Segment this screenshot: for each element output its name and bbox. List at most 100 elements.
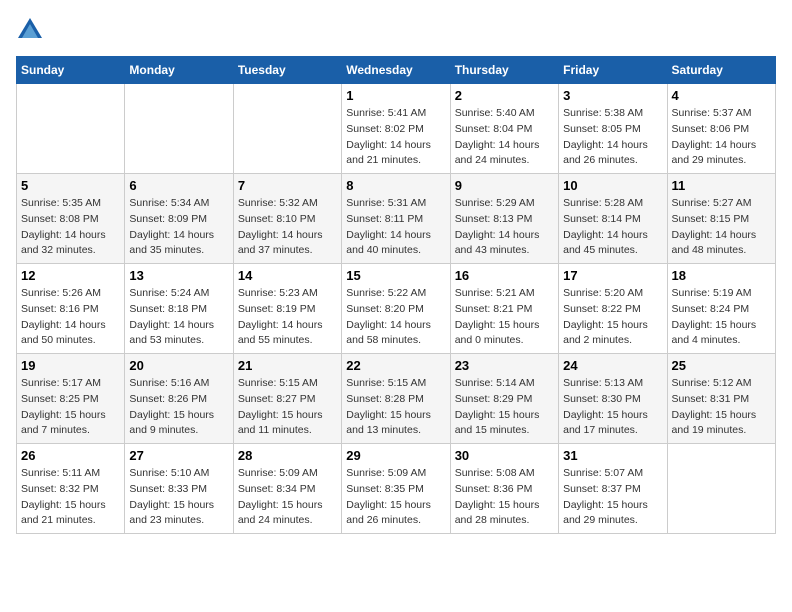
day-info: Sunrise: 5:32 AMSunset: 8:10 PMDaylight:… (238, 196, 337, 259)
day-info: Sunrise: 5:40 AMSunset: 8:04 PMDaylight:… (455, 106, 554, 169)
calendar-week-row: 12 Sunrise: 5:26 AMSunset: 8:16 PMDayligh… (17, 264, 776, 354)
day-number: 6 (129, 178, 228, 193)
calendar-cell: 12 Sunrise: 5:26 AMSunset: 8:16 PMDayligh… (17, 264, 125, 354)
day-number: 10 (563, 178, 662, 193)
day-number: 15 (346, 268, 445, 283)
day-info: Sunrise: 5:15 AMSunset: 8:27 PMDaylight:… (238, 376, 337, 439)
day-number: 4 (672, 88, 771, 103)
day-number: 27 (129, 448, 228, 463)
day-info: Sunrise: 5:26 AMSunset: 8:16 PMDaylight:… (21, 286, 120, 349)
calendar-cell: 26 Sunrise: 5:11 AMSunset: 8:32 PMDayligh… (17, 444, 125, 534)
day-info: Sunrise: 5:38 AMSunset: 8:05 PMDaylight:… (563, 106, 662, 169)
day-info: Sunrise: 5:19 AMSunset: 8:24 PMDaylight:… (672, 286, 771, 349)
calendar-cell: 5 Sunrise: 5:35 AMSunset: 8:08 PMDaylight… (17, 174, 125, 264)
day-number: 21 (238, 358, 337, 373)
logo (16, 16, 48, 44)
calendar-cell: 17Sunrise: 5:20 AMSunset: 8:22 PMDayligh… (559, 264, 667, 354)
day-number: 20 (129, 358, 228, 373)
calendar-header-row: SundayMondayTuesdayWednesdayThursdayFrid… (17, 57, 776, 84)
day-info: Sunrise: 5:12 AMSunset: 8:31 PMDaylight:… (672, 376, 771, 439)
day-header-thursday: Thursday (450, 57, 558, 84)
day-header-friday: Friday (559, 57, 667, 84)
day-info: Sunrise: 5:10 AMSunset: 8:33 PMDaylight:… (129, 466, 228, 529)
day-number: 16 (455, 268, 554, 283)
calendar-cell: 21 Sunrise: 5:15 AMSunset: 8:27 PMDayligh… (233, 354, 341, 444)
day-info: Sunrise: 5:21 AMSunset: 8:21 PMDaylight:… (455, 286, 554, 349)
day-header-tuesday: Tuesday (233, 57, 341, 84)
day-number: 18 (672, 268, 771, 283)
day-info: Sunrise: 5:31 AMSunset: 8:11 PMDaylight:… (346, 196, 445, 259)
calendar-cell: 18 Sunrise: 5:19 AMSunset: 8:24 PMDayligh… (667, 264, 775, 354)
day-number: 9 (455, 178, 554, 193)
calendar-table: SundayMondayTuesdayWednesdayThursdayFrid… (16, 56, 776, 534)
day-number: 14 (238, 268, 337, 283)
calendar-cell: 23 Sunrise: 5:14 AMSunset: 8:29 PMDayligh… (450, 354, 558, 444)
day-info: Sunrise: 5:37 AMSunset: 8:06 PMDaylight:… (672, 106, 771, 169)
day-number: 29 (346, 448, 445, 463)
day-info: Sunrise: 5:24 AMSunset: 8:18 PMDaylight:… (129, 286, 228, 349)
calendar-cell: 22 Sunrise: 5:15 AMSunset: 8:28 PMDayligh… (342, 354, 450, 444)
day-number: 8 (346, 178, 445, 193)
day-number: 11 (672, 178, 771, 193)
calendar-cell: 15 Sunrise: 5:22 AMSunset: 8:20 PMDayligh… (342, 264, 450, 354)
day-info: Sunrise: 5:28 AMSunset: 8:14 PMDaylight:… (563, 196, 662, 259)
calendar-cell: 6 Sunrise: 5:34 AMSunset: 8:09 PMDaylight… (125, 174, 233, 264)
day-info: Sunrise: 5:09 AMSunset: 8:34 PMDaylight:… (238, 466, 337, 529)
calendar-cell: 11 Sunrise: 5:27 AMSunset: 8:15 PMDayligh… (667, 174, 775, 264)
day-header-monday: Monday (125, 57, 233, 84)
calendar-cell (17, 84, 125, 174)
day-info: Sunrise: 5:35 AMSunset: 8:08 PMDaylight:… (21, 196, 120, 259)
day-info: Sunrise: 5:07 AMSunset: 8:37 PMDaylight:… (563, 466, 662, 529)
day-info: Sunrise: 5:17 AMSunset: 8:25 PMDaylight:… (21, 376, 120, 439)
day-info: Sunrise: 5:14 AMSunset: 8:29 PMDaylight:… (455, 376, 554, 439)
calendar-cell: 24 Sunrise: 5:13 AMSunset: 8:30 PMDayligh… (559, 354, 667, 444)
day-info: Sunrise: 5:34 AMSunset: 8:09 PMDaylight:… (129, 196, 228, 259)
day-info: Sunrise: 5:27 AMSunset: 8:15 PMDaylight:… (672, 196, 771, 259)
calendar-cell: 4 Sunrise: 5:37 AMSunset: 8:06 PMDaylight… (667, 84, 775, 174)
day-number: 12 (21, 268, 120, 283)
calendar-week-row: 26 Sunrise: 5:11 AMSunset: 8:32 PMDayligh… (17, 444, 776, 534)
day-info: Sunrise: 5:15 AMSunset: 8:28 PMDaylight:… (346, 376, 445, 439)
calendar-cell: 10 Sunrise: 5:28 AMSunset: 8:14 PMDayligh… (559, 174, 667, 264)
day-number: 25 (672, 358, 771, 373)
day-number: 19 (21, 358, 120, 373)
day-info: Sunrise: 5:22 AMSunset: 8:20 PMDaylight:… (346, 286, 445, 349)
day-number: 23 (455, 358, 554, 373)
day-info: Sunrise: 5:08 AMSunset: 8:36 PMDaylight:… (455, 466, 554, 529)
day-number: 28 (238, 448, 337, 463)
calendar-week-row: 19 Sunrise: 5:17 AMSunset: 8:25 PMDayligh… (17, 354, 776, 444)
day-number: 7 (238, 178, 337, 193)
day-number: 5 (21, 178, 120, 193)
day-number: 13 (129, 268, 228, 283)
day-number: 26 (21, 448, 120, 463)
calendar-cell (667, 444, 775, 534)
calendar-cell: 20 Sunrise: 5:16 AMSunset: 8:26 PMDayligh… (125, 354, 233, 444)
calendar-cell: 7 Sunrise: 5:32 AMSunset: 8:10 PMDaylight… (233, 174, 341, 264)
calendar-cell: 1Sunrise: 5:41 AMSunset: 8:02 PMDaylight… (342, 84, 450, 174)
calendar-cell: 16 Sunrise: 5:21 AMSunset: 8:21 PMDayligh… (450, 264, 558, 354)
day-number: 2 (455, 88, 554, 103)
calendar-cell: 25 Sunrise: 5:12 AMSunset: 8:31 PMDayligh… (667, 354, 775, 444)
day-info: Sunrise: 5:13 AMSunset: 8:30 PMDaylight:… (563, 376, 662, 439)
day-header-wednesday: Wednesday (342, 57, 450, 84)
calendar-cell: 30Sunrise: 5:08 AMSunset: 8:36 PMDayligh… (450, 444, 558, 534)
day-number: 31 (563, 448, 662, 463)
calendar-cell: 13 Sunrise: 5:24 AMSunset: 8:18 PMDayligh… (125, 264, 233, 354)
calendar-cell: 8 Sunrise: 5:31 AMSunset: 8:11 PMDaylight… (342, 174, 450, 264)
calendar-cell (125, 84, 233, 174)
page-header (16, 16, 776, 44)
day-info: Sunrise: 5:41 AMSunset: 8:02 PMDaylight:… (346, 106, 445, 169)
day-info: Sunrise: 5:11 AMSunset: 8:32 PMDaylight:… (21, 466, 120, 529)
logo-icon (16, 16, 44, 44)
calendar-cell: 3Sunrise: 5:38 AMSunset: 8:05 PMDaylight… (559, 84, 667, 174)
day-number: 22 (346, 358, 445, 373)
calendar-week-row: 1Sunrise: 5:41 AMSunset: 8:02 PMDaylight… (17, 84, 776, 174)
calendar-cell: 2 Sunrise: 5:40 AMSunset: 8:04 PMDaylight… (450, 84, 558, 174)
calendar-week-row: 5 Sunrise: 5:35 AMSunset: 8:08 PMDaylight… (17, 174, 776, 264)
day-number: 24 (563, 358, 662, 373)
day-info: Sunrise: 5:16 AMSunset: 8:26 PMDaylight:… (129, 376, 228, 439)
calendar-cell: 31 Sunrise: 5:07 AMSunset: 8:37 PMDayligh… (559, 444, 667, 534)
day-header-saturday: Saturday (667, 57, 775, 84)
calendar-cell: 14Sunrise: 5:23 AMSunset: 8:19 PMDayligh… (233, 264, 341, 354)
day-number: 17 (563, 268, 662, 283)
